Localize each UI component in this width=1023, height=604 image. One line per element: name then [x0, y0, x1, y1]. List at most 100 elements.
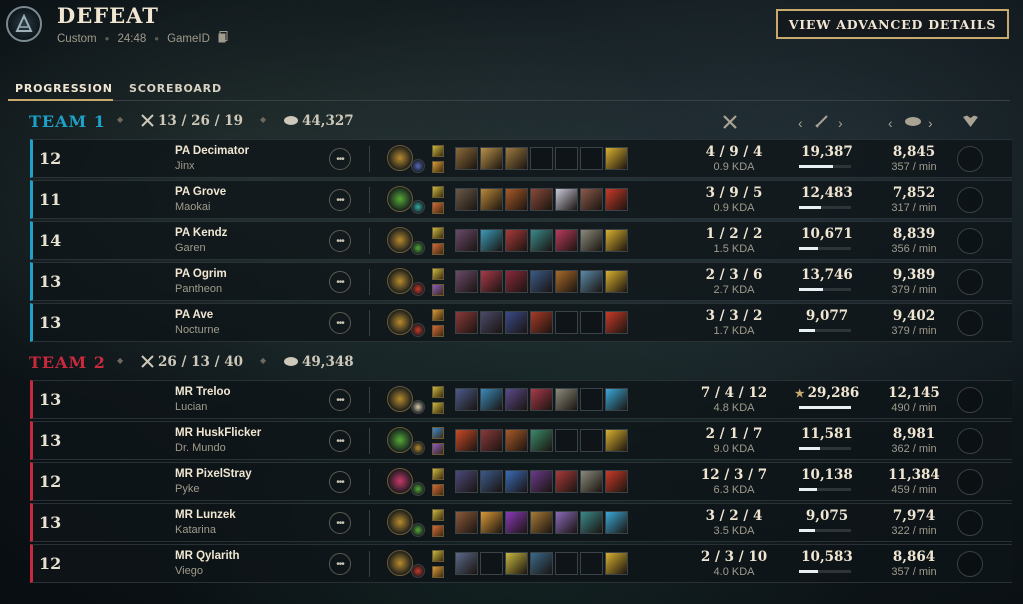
item-icon[interactable]	[605, 470, 628, 493]
item-icon[interactable]	[455, 229, 478, 252]
item-icon[interactable]	[580, 188, 603, 211]
empty-item-slot[interactable]	[555, 429, 578, 452]
player-name[interactable]: PA Ogrim	[175, 268, 227, 280]
item-icon[interactable]	[505, 229, 528, 252]
item-icon[interactable]	[505, 429, 528, 452]
item-icon[interactable]	[580, 511, 603, 534]
item-icon[interactable]	[455, 429, 478, 452]
player-name[interactable]: PA Kendz	[175, 227, 227, 239]
empty-item-slot[interactable]	[580, 147, 603, 170]
honor-player-button[interactable]	[957, 387, 983, 413]
item-icon[interactable]	[480, 188, 503, 211]
more-options-button[interactable]: •••	[329, 312, 351, 334]
copy-icon[interactable]	[218, 31, 228, 46]
tab-scoreboard[interactable]: SCOREBOARD	[129, 82, 222, 95]
more-options-button[interactable]: •••	[329, 271, 351, 293]
item-icon[interactable]	[555, 188, 578, 211]
item-icon[interactable]	[455, 147, 478, 170]
honor-player-button[interactable]	[957, 510, 983, 536]
item-icon[interactable]	[605, 147, 628, 170]
more-options-button[interactable]: •••	[329, 230, 351, 252]
player-name[interactable]: MR HuskFlicker	[175, 427, 261, 439]
honor-player-button[interactable]	[957, 469, 983, 495]
item-icon[interactable]	[505, 552, 528, 575]
empty-item-slot[interactable]	[580, 311, 603, 334]
item-icon[interactable]	[580, 470, 603, 493]
item-icon[interactable]	[530, 470, 553, 493]
damage-prev-chevron-icon[interactable]: ‹	[798, 115, 803, 131]
player-name[interactable]: PA Decimator	[175, 145, 249, 157]
item-icon[interactable]	[605, 552, 628, 575]
player-name[interactable]: PA Ave	[175, 309, 213, 321]
item-icon[interactable]	[530, 188, 553, 211]
item-icon[interactable]	[480, 229, 503, 252]
item-icon[interactable]	[505, 270, 528, 293]
item-icon[interactable]	[530, 388, 553, 411]
more-options-button[interactable]: •••	[329, 430, 351, 452]
item-icon[interactable]	[530, 429, 553, 452]
item-icon[interactable]	[530, 270, 553, 293]
damage-next-chevron-icon[interactable]: ›	[838, 115, 843, 131]
item-icon[interactable]	[505, 470, 528, 493]
item-icon[interactable]	[480, 311, 503, 334]
item-icon[interactable]	[605, 388, 628, 411]
item-icon[interactable]	[480, 511, 503, 534]
item-icon[interactable]	[455, 388, 478, 411]
empty-item-slot[interactable]	[555, 147, 578, 170]
item-icon[interactable]	[530, 311, 553, 334]
item-icon[interactable]	[505, 147, 528, 170]
honor-player-button[interactable]	[957, 146, 983, 172]
item-icon[interactable]	[605, 229, 628, 252]
honor-player-button[interactable]	[957, 269, 983, 295]
player-name[interactable]: PA Grove	[175, 186, 226, 198]
item-icon[interactable]	[480, 147, 503, 170]
more-options-button[interactable]: •••	[329, 189, 351, 211]
honor-player-button[interactable]	[957, 310, 983, 336]
item-icon[interactable]	[555, 511, 578, 534]
item-icon[interactable]	[455, 311, 478, 334]
empty-item-slot[interactable]	[580, 388, 603, 411]
item-icon[interactable]	[505, 511, 528, 534]
item-icon[interactable]	[605, 270, 628, 293]
item-icon[interactable]	[505, 388, 528, 411]
view-advanced-details-button[interactable]: VIEW ADVANCED DETAILS	[776, 9, 1009, 39]
item-icon[interactable]	[605, 429, 628, 452]
item-icon[interactable]	[455, 470, 478, 493]
player-name[interactable]: MR PixelStray	[175, 468, 252, 480]
player-name[interactable]: MR Treloo	[175, 386, 231, 398]
player-name[interactable]: MR Lunzek	[175, 509, 236, 521]
honor-player-button[interactable]	[957, 187, 983, 213]
more-options-button[interactable]: •••	[329, 389, 351, 411]
item-icon[interactable]	[530, 229, 553, 252]
item-icon[interactable]	[580, 270, 603, 293]
item-icon[interactable]	[605, 511, 628, 534]
item-icon[interactable]	[605, 188, 628, 211]
empty-item-slot[interactable]	[530, 147, 553, 170]
gold-next-chevron-icon[interactable]: ›	[928, 115, 933, 131]
more-options-button[interactable]: •••	[329, 148, 351, 170]
item-icon[interactable]	[555, 388, 578, 411]
empty-item-slot[interactable]	[580, 552, 603, 575]
empty-item-slot[interactable]	[480, 552, 503, 575]
more-options-button[interactable]: •••	[329, 471, 351, 493]
item-icon[interactable]	[480, 388, 503, 411]
item-icon[interactable]	[480, 470, 503, 493]
honor-player-button[interactable]	[957, 228, 983, 254]
more-options-button[interactable]: •••	[329, 553, 351, 575]
honor-player-button[interactable]	[957, 428, 983, 454]
empty-item-slot[interactable]	[580, 429, 603, 452]
item-icon[interactable]	[555, 470, 578, 493]
empty-item-slot[interactable]	[555, 311, 578, 334]
item-icon[interactable]	[505, 311, 528, 334]
item-icon[interactable]	[480, 270, 503, 293]
item-icon[interactable]	[605, 311, 628, 334]
empty-item-slot[interactable]	[555, 552, 578, 575]
more-options-button[interactable]: •••	[329, 512, 351, 534]
item-icon[interactable]	[580, 229, 603, 252]
item-icon[interactable]	[505, 188, 528, 211]
item-icon[interactable]	[555, 270, 578, 293]
item-icon[interactable]	[480, 429, 503, 452]
item-icon[interactable]	[530, 552, 553, 575]
item-icon[interactable]	[555, 229, 578, 252]
honor-player-button[interactable]	[957, 551, 983, 577]
